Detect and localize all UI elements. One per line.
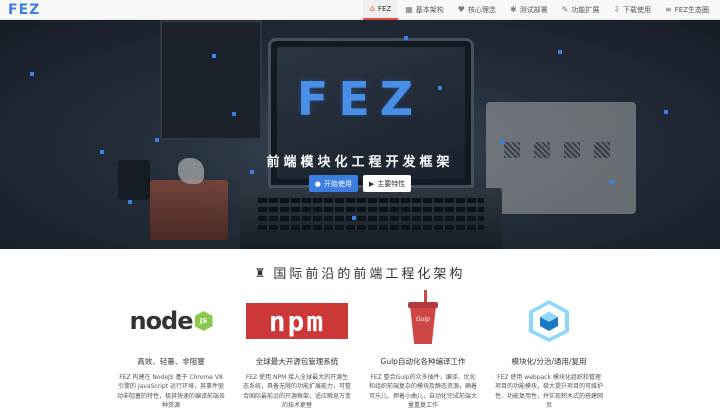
play-circle-icon: ▶ xyxy=(368,179,375,188)
nav-item-2[interactable]: ♥ 核心理念 xyxy=(451,0,503,20)
hero-banner: FEZ 前端模块化工程开发框架 ● 开始使用 ▶ 主要特性 xyxy=(0,20,720,249)
brand-name: FEZ xyxy=(8,1,41,18)
nav-item-label: FEZ生态圈 xyxy=(674,5,709,14)
tools-icon: ✎ xyxy=(561,4,569,14)
feature-title: 高效、轻量、非阻塞 xyxy=(137,357,205,366)
start-button-label: 开始使用 xyxy=(323,179,352,188)
heart-icon: ♥ xyxy=(457,4,465,14)
nav-item-label: 下载使用 xyxy=(623,5,652,14)
section-heading: ♜ 国际前沿的前端工程化架构 xyxy=(0,263,720,283)
hero-subtitle: 前端模块化工程开发框架 xyxy=(266,155,454,170)
brand-logo[interactable]: FEZ xyxy=(8,0,40,20)
main-nav: ⌂ FEZ ▦ 基本架构 ♥ 核心理念 ✱ 测试部署 ✎ 功能扩展 ⇩ 下载使用 ≡ FEZ生态圈 xyxy=(362,0,716,20)
feature-node: node JS 高效、轻量、非阻塞 FEZ 构建在 NodeJS 基于 Chrom… xyxy=(110,290,232,409)
castle-icon: ♜ xyxy=(254,265,266,280)
nodejs-logo-icon: node JS xyxy=(129,290,213,352)
hero-content: FEZ 前端模块化工程开发框架 ● 开始使用 ▶ 主要特性 xyxy=(0,20,720,249)
home-icon: ⌂ xyxy=(369,3,375,13)
features-button[interactable]: ▶ 主要特性 xyxy=(362,175,412,192)
hero-logo: FEZ xyxy=(296,72,424,126)
bars-icon: ≡ xyxy=(665,4,672,14)
features-button-label: 主要特性 xyxy=(377,179,406,188)
section-title: 国际前沿的前端工程化架构 xyxy=(273,267,466,282)
nav-item-0[interactable]: ⌂ FEZ xyxy=(362,0,399,20)
nav-item-5[interactable]: ⇩ 下载使用 xyxy=(606,0,658,20)
feature-gulp: Gulp Gulp自动化各种编译工作 FEZ 整合Gulp的众多插件，编译、优化… xyxy=(362,290,484,409)
hero-buttons: ● 开始使用 ▶ 主要特性 xyxy=(0,175,720,192)
nav-item-label: 基本架构 xyxy=(415,5,444,14)
feature-title: 模块化/分治/通用/复用 xyxy=(511,357,587,366)
nav-item-6[interactable]: ≡ FEZ生态圈 xyxy=(658,0,716,20)
feature-title: 全球最大开源包管理系统 xyxy=(255,357,339,366)
github-icon: ● xyxy=(314,179,321,188)
webpack-logo-icon xyxy=(527,290,571,352)
nav-item-1[interactable]: ▦ 基本架构 xyxy=(398,0,451,20)
top-navbar: FEZ ⌂ FEZ ▦ 基本架构 ♥ 核心理念 ✱ 测试部署 ✎ 功能扩展 ⇩ 下载使用 ≡ FEZ生态圈 xyxy=(0,0,720,20)
nav-item-4[interactable]: ✎ 功能扩展 xyxy=(555,0,607,20)
nav-item-label: 测试部署 xyxy=(519,5,548,14)
feature-list: node JS 高效、轻量、非阻塞 FEZ 构建在 NodeJS 基于 Chrom… xyxy=(110,290,610,409)
npm-logo-icon: npm xyxy=(246,290,348,352)
feature-title: Gulp自动化各种编译工作 xyxy=(380,357,466,366)
start-button[interactable]: ● 开始使用 xyxy=(308,175,358,192)
feature-npm: npm 全球最大开源包管理系统 FEZ 使用 NPM 接入全球最大的开源生态系统… xyxy=(236,290,358,409)
grid-icon: ▦ xyxy=(405,4,413,14)
gulp-logo-icon: Gulp xyxy=(408,290,438,352)
feature-description: FEZ 构建在 NodeJS 基于 Chrome V8 引擎的 JavaScri… xyxy=(117,374,226,409)
feature-description: FEZ 使用 webpack 模块化组织和管理项目的功能模块，极大提升项目的可维… xyxy=(495,374,604,409)
nav-item-label: FEZ xyxy=(377,4,392,13)
nav-item-3[interactable]: ✱ 测试部署 xyxy=(503,0,555,20)
feature-webpack: 模块化/分治/通用/复用 FEZ 使用 webpack 模块化组织和管理项目的功… xyxy=(488,290,610,409)
nav-item-label: 功能扩展 xyxy=(571,5,600,14)
download-icon: ⇩ xyxy=(613,4,621,14)
bug-icon: ✱ xyxy=(509,4,517,14)
feature-description: FEZ 整合Gulp的众多插件，编译、优化和组织前端复杂的模块及静态资源，确着可… xyxy=(369,374,478,409)
nav-item-label: 核心理念 xyxy=(467,5,496,14)
feature-description: FEZ 使用 NPM 接入全球最大的开源生态系统，具备无限的功能扩展能力，可整合… xyxy=(243,374,352,409)
